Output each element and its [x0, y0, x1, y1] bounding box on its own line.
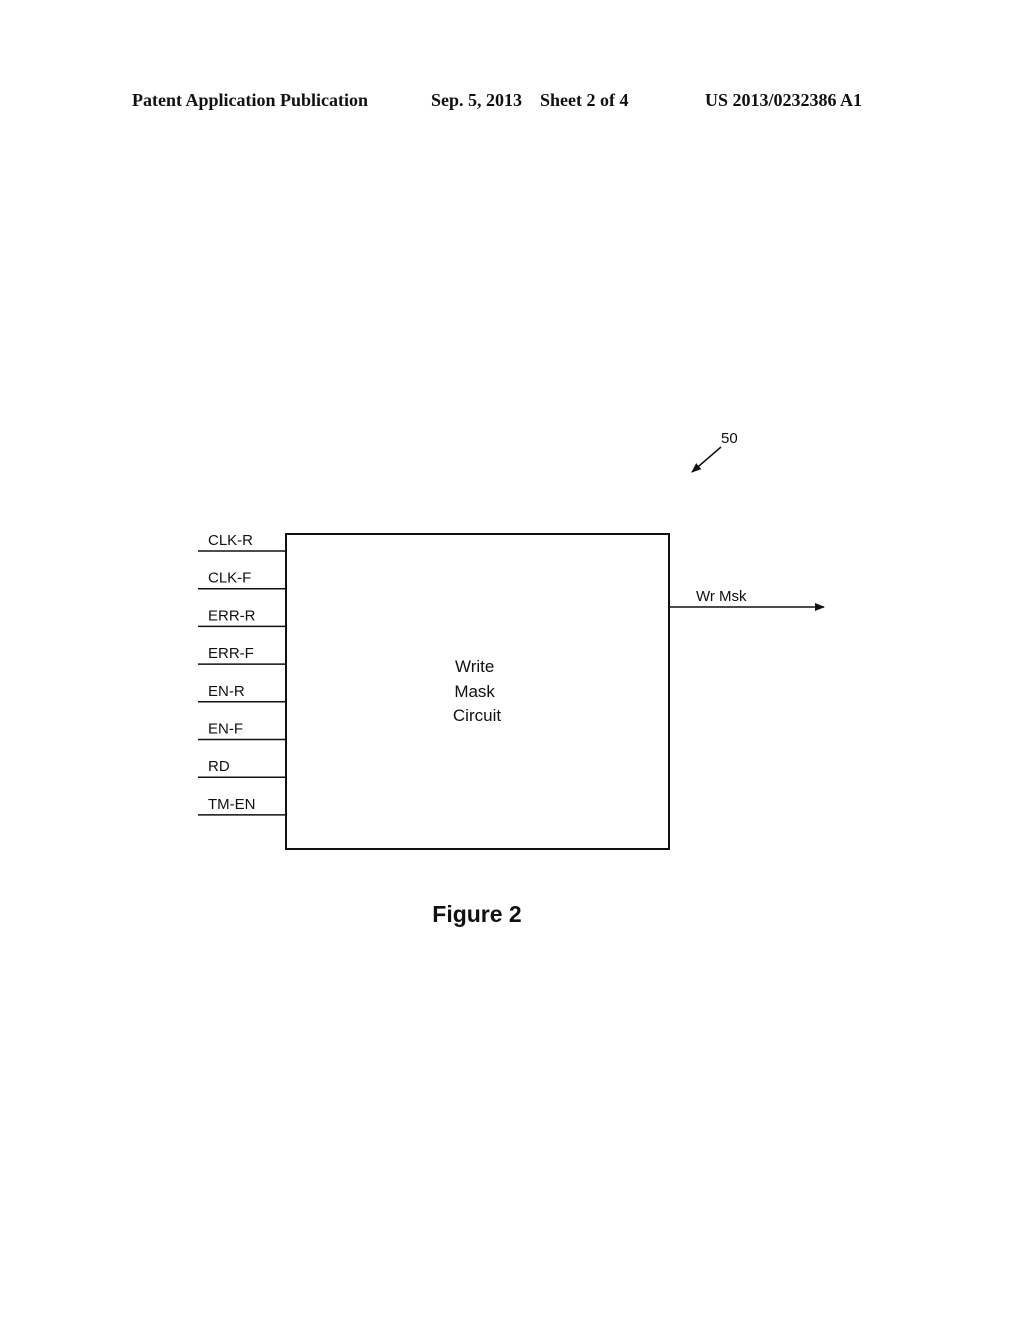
- input-label: ERR-F: [208, 645, 254, 662]
- block-label-line-2: Mask: [454, 682, 495, 701]
- reference-arrow: [691, 446, 722, 473]
- block-label-line-3: Circuit: [453, 706, 501, 725]
- input-label: CLK-F: [208, 570, 251, 587]
- input-label: CLK-R: [208, 532, 253, 549]
- block-label: Write Mask Circuit: [453, 657, 501, 725]
- reference-numeral: 50: [721, 430, 738, 447]
- block-label-line-1: Write: [455, 657, 494, 676]
- input-label: RD: [208, 758, 230, 775]
- figure-caption: Figure 2: [432, 901, 521, 927]
- output-label: Wr Msk: [696, 588, 747, 605]
- input-label: EN-F: [208, 721, 243, 738]
- block-diagram: 50 Write Mask Circuit CLK-R CLK-F ERR-R ERR…: [198, 430, 825, 927]
- input-label: TM-EN: [208, 796, 256, 813]
- input-label: EN-R: [208, 683, 245, 700]
- input-signals: CLK-R CLK-F ERR-R ERR-F EN-R EN-F RD TM-EN: [198, 532, 286, 816]
- input-label: ERR-R: [208, 607, 256, 624]
